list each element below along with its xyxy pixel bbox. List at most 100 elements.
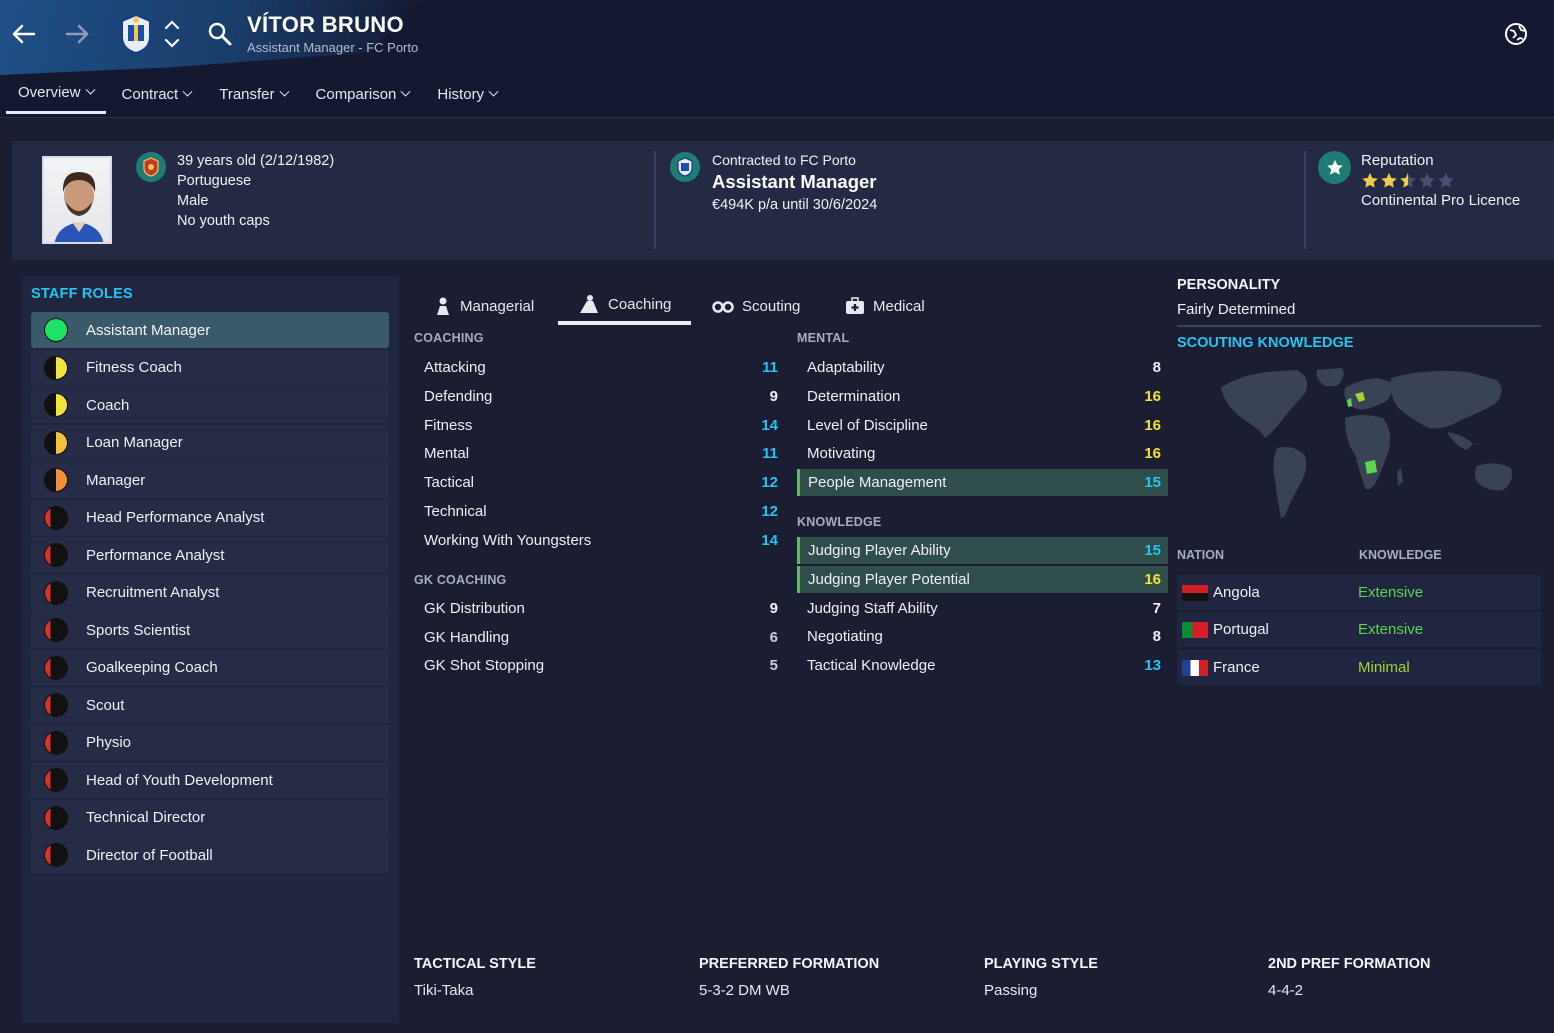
attribute-value: 9 [769,387,778,405]
role-label: Director of Football [86,846,213,864]
role-suitability-icon [44,618,68,642]
tab-managerial[interactable]: Managerial [414,287,554,325]
attribute-row[interactable]: Attacking 11 [414,354,785,381]
attribute-value: 15 [1144,474,1161,492]
attribute-label: Judging Player Potential [808,570,970,588]
attribute-label: GK Shot Stopping [424,657,545,675]
tab-medical[interactable]: Medical [825,287,945,325]
attribute-row[interactable]: Adaptability 8 [797,354,1168,381]
staff-role-item[interactable]: Physio [31,724,389,761]
staff-role-item[interactable]: Technical Director [31,799,389,836]
reputation-block: Reputation Continental Pro Licence [1361,151,1520,211]
gk-coaching-section-title: GK COACHING [414,573,507,587]
staff-role-item[interactable]: Assistant Manager [31,312,389,348]
attribute-label: GK Handling [424,628,510,646]
club-crest-icon[interactable] [118,13,154,55]
licence-text: Continental Pro Licence [1361,192,1521,209]
attribute-row[interactable]: Technical 12 [414,498,785,525]
attribute-row[interactable]: Level of Discipline 16 [797,412,1168,439]
attribute-row[interactable]: Motivating 16 [797,440,1168,467]
attribute-value: 14 [761,416,778,434]
role-suitability-icon [44,505,68,530]
divider [654,151,656,249]
attribute-value: 11 [762,445,778,463]
nation-row-france[interactable]: France Minimal [1177,650,1541,685]
role-label: Physio [86,734,132,751]
header-bar: VÍTOR BRUNO Assistant Manager - FC Porto… [0,0,1554,118]
attribute-row[interactable]: Judging Staff Ability 7 [797,595,1168,622]
attribute-row[interactable]: Fitness 14 [414,412,785,439]
personal-details: 39 years old (2/12/1982) Portuguese Male… [177,151,334,231]
attribute-row[interactable]: People Management 15 [797,469,1168,497]
tab-overview[interactable]: Overview [6,80,106,114]
attribute-row[interactable]: Defending 9 [414,383,785,410]
star-empty-icon [1438,172,1454,188]
tab-history[interactable]: History [425,80,509,114]
chevron-down-icon [488,86,499,97]
angola-highlight [1365,460,1377,474]
knowledge-level: Extensive [1358,584,1424,601]
staff-role-item[interactable]: Goalkeeping Coach [31,649,389,686]
attribute-row[interactable]: GK Shot Stopping 5 [414,652,785,679]
role-label: Manager [86,471,146,489]
attribute-row[interactable]: GK Distribution 9 [414,595,785,622]
staff-role-item[interactable]: Manager [31,462,389,498]
attribute-value: 9 [769,600,778,617]
caps-text: No youth caps [177,213,270,229]
search-icon[interactable] [206,20,234,52]
staff-roles-title: STAFF ROLES [31,286,133,302]
staff-role-item[interactable]: Director of Football [31,837,389,873]
attribute-row[interactable]: Working With Youngsters 14 [414,527,785,554]
attribute-label: Attacking [424,359,486,376]
tab-coaching[interactable]: Coaching [558,287,692,325]
staff-role-item[interactable]: Fitness Coach [31,349,389,386]
reputation-stars [1361,171,1520,191]
role-suitability-icon [44,693,68,717]
switch-person-icon[interactable] [162,17,182,55]
tab-comparison[interactable]: Comparison [304,80,422,114]
football-world-icon[interactable] [1502,20,1530,52]
attribute-row[interactable]: Determination 16 [797,383,1168,410]
attribute-row[interactable]: Tactical Knowledge 13 [797,652,1168,679]
tab-contract[interactable]: Contract [110,80,204,114]
attribute-label: Negotiating [807,628,883,646]
attribute-row[interactable]: Judging Player Potential 16 [797,565,1168,593]
attribute-row[interactable]: GK Handling 6 [414,624,785,651]
staff-role-item[interactable]: Sports Scientist [31,612,389,648]
attribute-label: People Management [808,474,947,492]
attribute-row[interactable]: Tactical 12 [414,469,785,496]
role-label: Sports Scientist [86,621,191,639]
tactical-style-label: TACTICAL STYLE [414,956,536,972]
role-label: Fitness Coach [86,359,182,376]
nation-row-portugal[interactable]: Portugal Extensive [1177,612,1541,647]
staff-role-item[interactable]: Coach [31,387,389,423]
tab-scouting[interactable]: Scouting [692,287,820,325]
role-label: Assistant Manager [86,321,211,339]
attribute-label: Fitness [424,416,473,434]
club-badge-icon[interactable] [670,152,700,182]
nation-row-angola[interactable]: Angola Extensive [1177,575,1541,610]
tactical-style-value: Tiki-Taka [414,982,474,999]
nation-name: France [1213,659,1260,676]
back-arrow-icon[interactable] [7,18,39,50]
world-map[interactable] [1177,358,1541,528]
staff-role-item[interactable]: Scout [31,687,389,723]
attribute-row[interactable]: Mental 11 [414,440,785,467]
staff-role-item[interactable]: Head Performance Analyst [31,499,389,536]
attribute-row[interactable]: Judging Player Ability 15 [797,537,1168,564]
staff-role-item[interactable]: Recruitment Analyst [31,574,389,611]
staff-role-item[interactable]: Performance Analyst [31,537,389,573]
attribute-row[interactable]: Negotiating 8 [797,623,1168,650]
staff-role-item[interactable]: Loan Manager [31,424,389,461]
medical-kit-icon [846,297,864,314]
forward-arrow-icon[interactable] [62,18,94,50]
attribute-value: 8 [1152,628,1161,646]
scouting-knowledge-title: SCOUTING KNOWLEDGE [1177,335,1354,351]
preferred-formation-value: 5-3-2 DM WB [699,982,790,999]
role-suitability-icon [44,655,68,680]
star-full-icon [1362,172,1378,188]
tab-transfer[interactable]: Transfer [207,80,299,114]
staff-role-item[interactable]: Head of Youth Development [31,762,389,798]
personality-title: PERSONALITY [1177,277,1281,293]
role-suitability-icon [44,730,68,755]
